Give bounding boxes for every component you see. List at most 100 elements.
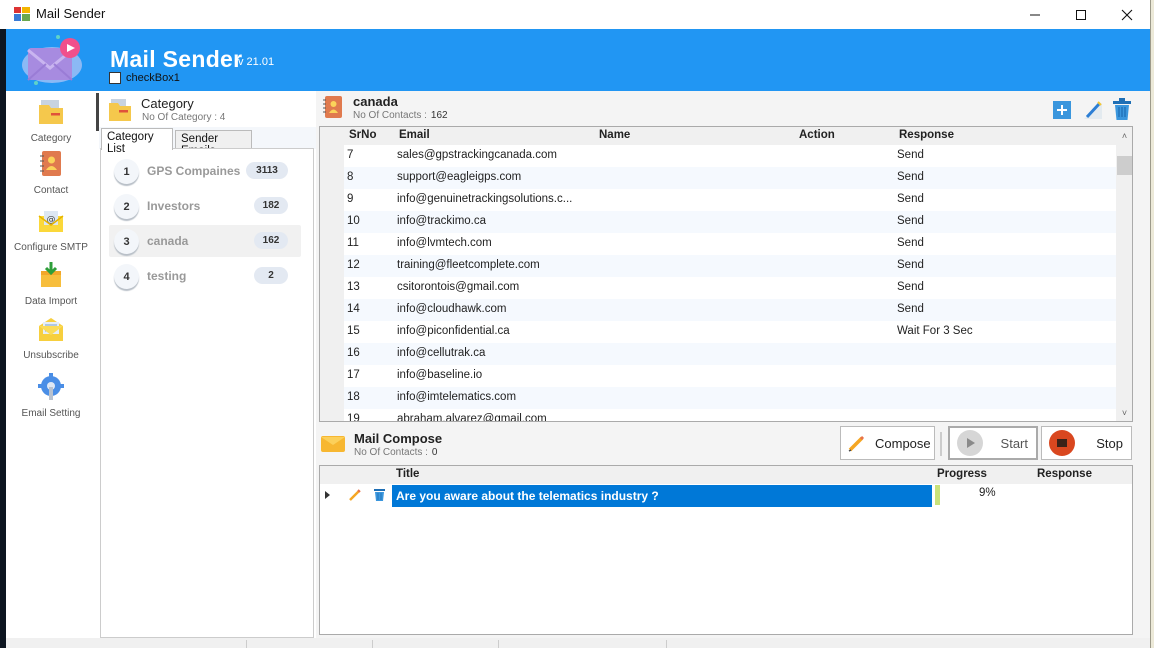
stop-button[interactable]: Stop — [1041, 426, 1132, 460]
cell-email: csitorontois@gmail.com — [397, 281, 520, 293]
table-row[interactable]: 17 info@baseline.io — [344, 365, 1116, 387]
gear-wrench-icon — [38, 373, 64, 400]
cell-email: info@imtelematics.com — [397, 391, 517, 403]
folder-icon — [39, 100, 63, 124]
cell-srno: 13 — [347, 281, 360, 293]
compose-grid-header: Title Progress Response — [320, 466, 1132, 484]
nav-item-unsubscribe[interactable]: Unsubscribe — [6, 314, 96, 361]
category-contact-count: 182 — [254, 197, 288, 214]
scroll-down-icon[interactable]: ˅ — [1116, 404, 1132, 421]
table-row[interactable]: 8 support@eagleigps.com Send — [344, 167, 1116, 189]
main-panel: canada No Of Contacts :162 SrNo Email Na… — [316, 91, 1150, 638]
category-title: Category — [141, 96, 194, 111]
toolbar-separator — [940, 432, 942, 456]
nav-item-email-setting[interactable]: Email Setting — [6, 372, 96, 419]
add-contact-button[interactable] — [1051, 99, 1073, 121]
tab-category-list[interactable]: Category List — [101, 128, 173, 155]
column-header-name[interactable]: Name — [599, 129, 630, 141]
table-row[interactable]: 18 info@imtelematics.com — [344, 387, 1116, 409]
table-row[interactable]: 9 info@genuinetrackingsolutions.c... Send — [344, 189, 1116, 211]
table-row[interactable]: 12 training@fleetcomplete.com Send — [344, 255, 1116, 277]
column-header-title[interactable]: Title — [396, 468, 419, 480]
table-row[interactable]: 7 sales@gpstrackingcanada.com Send — [344, 145, 1116, 167]
cell-srno: 19 — [347, 413, 360, 422]
sidebar-nav: Category Contact @ Configure SMTP Data I… — [6, 91, 96, 638]
category-item-gps-compaines[interactable]: 1 GPS Compaines 3113 — [109, 155, 301, 187]
status-bar — [6, 638, 1150, 648]
maximize-icon — [1076, 9, 1086, 20]
cell-response: Send — [897, 149, 924, 161]
edit-contact-button[interactable] — [1082, 99, 1104, 121]
cell-srno: 14 — [347, 303, 360, 315]
envelope-icon — [321, 436, 345, 452]
mail-compose-header: Mail Compose No Of Contacts :0 Compose S… — [316, 424, 1150, 464]
table-row[interactable]: 11 info@lvmtech.com Send — [344, 233, 1116, 255]
start-button[interactable]: Start — [948, 426, 1038, 460]
cell-response: Send — [897, 215, 924, 227]
nav-label: Email Setting — [21, 408, 81, 419]
close-button[interactable] — [1104, 0, 1150, 29]
cell-email: info@baseline.io — [397, 369, 483, 381]
tab-sender-emails[interactable]: Sender Emails — [175, 130, 252, 157]
nav-item-contact[interactable]: Contact — [6, 149, 96, 196]
app-window: Mail Sender Mail Sender v 21.01 checkBox… — [0, 0, 1154, 648]
column-header-email[interactable]: Email — [399, 129, 430, 141]
scrollbar-thumb[interactable] — [1117, 156, 1132, 175]
compose-row[interactable]: Are you aware about the telematics indus… — [320, 484, 1132, 508]
minimize-icon — [1030, 14, 1040, 15]
nav-label: Configure SMTP — [14, 242, 88, 253]
nav-item-category[interactable]: Category — [6, 97, 96, 144]
column-header-response[interactable]: Response — [899, 129, 954, 141]
nav-item-data-import[interactable]: Data Import — [6, 260, 96, 307]
cell-email: sales@gpstrackingcanada.com — [397, 149, 557, 161]
column-header-action[interactable]: Action — [799, 129, 835, 141]
table-row[interactable]: 14 info@cloudhawk.com Send — [344, 299, 1116, 321]
category-item-canada[interactable]: 3 canada 162 — [109, 225, 301, 257]
minimize-button[interactable] — [1012, 0, 1058, 29]
contacts-count-label: No Of Contacts : — [353, 110, 427, 121]
scroll-up-icon[interactable]: ˄ — [1116, 127, 1132, 144]
app-header-banner: Mail Sender v 21.01 checkBox1 — [6, 29, 1150, 91]
contacts-count-value: 162 — [430, 110, 448, 121]
checkbox-box[interactable] — [109, 72, 121, 84]
column-header-srno[interactable]: SrNo — [349, 129, 376, 141]
category-item-investors[interactable]: 2 Investors 182 — [109, 190, 301, 222]
contacts-title: canada — [353, 94, 398, 109]
compose-button[interactable]: Compose — [840, 426, 935, 460]
cell-srno: 11 — [347, 237, 359, 249]
nav-item-configure-smtp[interactable]: @ Configure SMTP — [6, 206, 96, 253]
mail-logo-icon — [22, 35, 82, 85]
category-panel: Category No Of Category : 4 Category Lis… — [96, 91, 316, 638]
contacts-count: No Of Contacts :162 — [353, 110, 448, 121]
maximize-button[interactable] — [1058, 0, 1104, 29]
status-divider — [246, 640, 247, 648]
cell-email: info@cloudhawk.com — [397, 303, 507, 315]
column-header-progress[interactable]: Progress — [937, 468, 987, 480]
cell-srno: 17 — [347, 369, 360, 381]
app-name: Mail Sender — [110, 46, 243, 72]
mail-compose-grid: Title Progress Response Are you aware ab… — [319, 465, 1133, 635]
delete-contact-button[interactable] — [1110, 97, 1134, 121]
stop-icon — [1049, 430, 1075, 456]
contact-book-icon — [323, 96, 342, 118]
table-row[interactable]: 13 csitorontois@gmail.com Send — [344, 277, 1116, 299]
close-icon — [1121, 9, 1133, 20]
cell-srno: 8 — [347, 171, 354, 183]
category-name: canada — [147, 234, 189, 248]
category-contact-count: 162 — [254, 232, 288, 249]
table-row[interactable]: 10 info@trackimo.ca Send — [344, 211, 1116, 233]
contacts-vertical-scrollbar[interactable]: ˄ ˅ — [1116, 127, 1132, 421]
checkbox-1[interactable]: checkBox1 — [109, 72, 180, 84]
delete-mail-icon[interactable] — [373, 487, 386, 502]
table-row[interactable]: 16 info@cellutrak.ca — [344, 343, 1116, 365]
mail-title-cell[interactable]: Are you aware about the telematics indus… — [392, 485, 932, 507]
table-row[interactable]: 19 abraham.alvarez@gmail.com — [344, 409, 1116, 422]
title-bar: Mail Sender — [0, 0, 1150, 29]
nav-label: Unsubscribe — [23, 350, 79, 361]
table-row[interactable]: 15 info@piconfidential.ca Wait For 3 Sec — [344, 321, 1116, 343]
progress-bar — [935, 485, 940, 505]
category-item-testing[interactable]: 4 testing 2 — [109, 260, 301, 292]
column-header-response[interactable]: Response — [1037, 468, 1092, 480]
category-number: 2 — [114, 194, 139, 219]
edit-mail-icon[interactable] — [348, 488, 362, 502]
